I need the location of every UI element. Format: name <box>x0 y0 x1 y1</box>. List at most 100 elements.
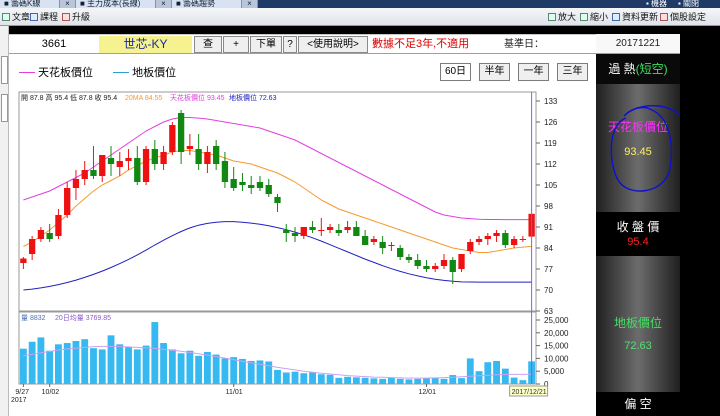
volume-bar <box>203 352 211 384</box>
toolbar-item-refresh[interactable]: 資料更新 <box>612 12 658 23</box>
ceiling-circle-annotation <box>610 105 680 192</box>
volume-bar <box>361 377 369 384</box>
candle-body <box>519 239 527 240</box>
floor-box-label: 地板價位 <box>613 316 662 330</box>
candle-body <box>502 233 509 245</box>
candle-body <box>142 149 150 182</box>
window-tab-1[interactable]: ■ 主力成本(長線) <box>76 0 156 8</box>
ma20-readout: 20MA 84.55 <box>125 95 162 102</box>
price-chart[interactable]: 63707784919810511211912613305,00010,0001… <box>9 54 596 416</box>
candle-body <box>423 266 430 269</box>
status-bias: (短空) <box>635 62 668 76</box>
tab-close-icon[interactable]: × <box>60 0 76 8</box>
candle-body <box>64 188 71 215</box>
order-button[interactable]: 下單 <box>250 36 282 53</box>
close-box: 收 盤 價 95.4 <box>596 212 680 256</box>
close-box-label: 收 盤 價 <box>616 220 660 234</box>
volume-bar <box>317 374 325 384</box>
volume-bar <box>37 337 45 384</box>
volume-bar <box>133 349 141 384</box>
candle-body <box>344 227 351 230</box>
tab-close-icon[interactable]: × <box>242 0 258 8</box>
volume-bar <box>379 378 387 384</box>
volume-bar <box>326 374 334 384</box>
file-icon <box>2 13 10 21</box>
candle-body <box>300 227 307 236</box>
candle-body <box>510 239 518 245</box>
volume-bar <box>151 322 159 384</box>
help-button[interactable]: ? <box>283 36 297 53</box>
candle-body <box>169 125 176 152</box>
toolbar-item-label: 文章 <box>12 12 31 22</box>
volume-bar <box>98 349 106 384</box>
candle-body <box>388 245 395 246</box>
refresh-icon <box>612 13 620 21</box>
candle-body <box>361 236 369 245</box>
candle-body <box>458 254 465 269</box>
candle-body <box>265 185 272 194</box>
price-tick-label: 84 <box>544 244 553 253</box>
candle-body <box>475 239 483 242</box>
x-tick-label: 9/27 <box>15 389 29 396</box>
candle-body <box>440 260 448 266</box>
toolbar-item-course[interactable]: 課程 <box>30 12 58 23</box>
manual-button[interactable]: <使用說明> <box>298 36 368 53</box>
floor-box-value: 72.63 <box>624 340 652 352</box>
volume-tick-label: 5,000 <box>544 367 565 376</box>
candle-body <box>353 227 360 236</box>
volume-bar <box>309 372 316 384</box>
toolbar-item-article[interactable]: 文章 <box>2 12 30 23</box>
price-tick-label: 91 <box>544 223 553 232</box>
candle-body <box>449 260 456 272</box>
candle-body <box>379 242 386 248</box>
volume-bar <box>291 371 299 384</box>
floor-readout: 地板價位 72.63 <box>229 93 277 102</box>
volume-bar <box>90 348 97 384</box>
candle-body <box>134 158 141 182</box>
close-box-value: 95.4 <box>627 236 649 248</box>
tab-right-1[interactable]: ▪ 機器 <box>646 0 667 8</box>
window-tab-bar: ■ 籌碼K線 × ■ 主力成本(長線) × ■ 籌碼趨勢 × ▪ 機器 ▪ 關閉 <box>0 0 720 8</box>
volume-bar <box>475 371 483 384</box>
volume-bar <box>396 378 404 384</box>
toolbar-item-zoom-in[interactable]: 放大 <box>548 12 576 23</box>
candle-body <box>99 155 106 176</box>
candle-body <box>248 185 255 188</box>
tab-close-icon[interactable]: × <box>156 0 172 8</box>
toolbar-item-upgrade[interactable]: 升級 <box>62 12 90 23</box>
volume-bar <box>370 378 378 384</box>
left-strip-handle-bottom[interactable] <box>1 94 8 122</box>
candle-body <box>195 149 202 164</box>
volume-bar <box>274 369 281 384</box>
toolbar-item-zoom-out[interactable]: 縮小 <box>580 12 608 23</box>
volume-bar <box>458 378 465 384</box>
price-tick-label: 119 <box>544 139 557 148</box>
add-button[interactable]: + <box>223 36 249 53</box>
candle-body <box>335 230 342 233</box>
stock-info-bar: 3661 世芯-KY 查 + 下單 ? <使用說明> 數據不足3年,不適用 基準… <box>9 34 598 54</box>
volume-ma-readout: 20日均量 3769.85 <box>55 313 111 322</box>
volume-bar <box>431 377 439 384</box>
window-tab-0[interactable]: ■ 籌碼K線 <box>0 0 60 8</box>
volume-tick-label: 20,000 <box>544 329 569 338</box>
left-strip-handle-top[interactable] <box>1 56 8 84</box>
window-tab-2[interactable]: ■ 籌碼趨勢 <box>172 0 242 8</box>
candle-body <box>81 170 88 179</box>
status-row: 過 熱(短空) <box>596 54 680 84</box>
side-panel: 過 熱(短空) 天花板價位 93.45 收 盤 價 95.4 地板價位 72.6… <box>596 54 680 416</box>
toolbar-item-settings[interactable]: 個股設定 <box>660 12 706 23</box>
candle-body <box>256 182 264 188</box>
volume-bar <box>300 373 308 384</box>
x-tick-label: 11/01 <box>226 389 243 396</box>
candle-body <box>291 233 299 236</box>
volume-bar <box>81 339 89 384</box>
candle-body <box>370 239 378 242</box>
candle-body <box>484 236 491 239</box>
candle-body <box>405 257 413 260</box>
stock-code[interactable]: 3661 <box>9 36 99 53</box>
status-label: 過 熱 <box>608 62 636 76</box>
query-button[interactable]: 查 <box>194 36 222 53</box>
price-tick-label: 133 <box>544 97 558 106</box>
volume-tick-label: 15,000 <box>544 342 569 351</box>
tab-right-2[interactable]: ▪ 關閉 <box>678 0 699 8</box>
